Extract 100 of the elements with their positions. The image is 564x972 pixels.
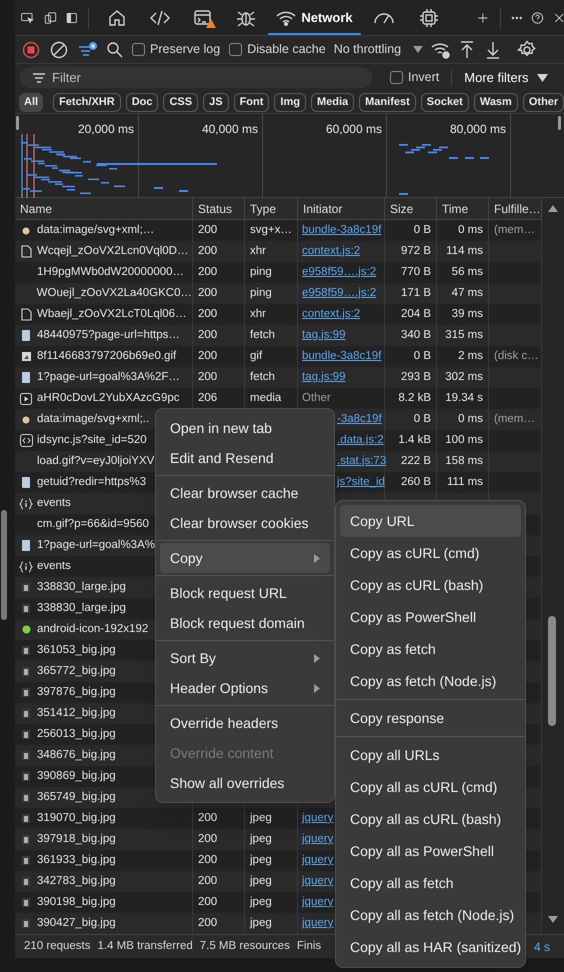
request-name[interactable]: 342783_big.jpg: [37, 872, 116, 890]
menu-item[interactable]: Copy as cURL (bash): [340, 569, 521, 601]
request-name[interactable]: 338830_large.jpg: [37, 578, 126, 596]
initiator-link[interactable]: e958f59….js:2: [302, 264, 376, 282]
initiator-link[interactable]: jquery: [302, 810, 334, 828]
menu-item[interactable]: Block request domain: [160, 608, 330, 638]
menu-item[interactable]: Copy all as PowerShell: [340, 835, 521, 867]
filter-chip[interactable]: Fetch/XHR: [53, 92, 121, 112]
menu-item[interactable]: Copy all as fetch: [340, 867, 521, 899]
request-name[interactable]: data:image/svg+xml;…: [37, 222, 154, 240]
code-icon[interactable]: [150, 8, 170, 26]
request-name[interactable]: 390869_big.jpg: [37, 768, 116, 786]
download-icon[interactable]: [485, 40, 502, 58]
menu-item[interactable]: Block request URL: [160, 578, 330, 608]
initiator-link[interactable]: tag.js:99: [302, 368, 346, 386]
initiator-link[interactable]: jquery: [302, 830, 334, 848]
filter-chip[interactable]: All: [19, 92, 44, 112]
request-name[interactable]: 365772_big.jpg: [37, 662, 116, 680]
checkbox[interactable]: [390, 71, 403, 84]
filter-chip[interactable]: Socket: [420, 92, 469, 112]
request-name[interactable]: 390198_big.jpg: [37, 894, 116, 912]
scroll-down-icon[interactable]: [548, 916, 558, 923]
range-handle[interactable]: [16, 116, 19, 130]
menu-item[interactable]: Copy URL: [340, 505, 521, 537]
menu-item[interactable]: Copy: [160, 543, 330, 573]
chip-icon[interactable]: [418, 8, 439, 28]
range-handle[interactable]: [558, 116, 561, 130]
scrollbar-thumb[interactable]: [1, 510, 7, 620]
upload-icon[interactable]: [459, 40, 476, 58]
request-name[interactable]: load.gif?v=eyJ0ljoiYXV: [37, 452, 154, 470]
filter-chip[interactable]: JS: [203, 92, 229, 112]
request-name[interactable]: Wcqejl_zOoVX2Lcn0Vql0D…: [37, 242, 188, 260]
clear-icon[interactable]: [50, 40, 68, 58]
request-name[interactable]: 365749_big.jpg: [37, 788, 116, 806]
wifi-icon[interactable]: [276, 10, 296, 26]
filter-chip[interactable]: Other: [522, 92, 564, 112]
menu-item[interactable]: Copy all as cURL (cmd): [340, 771, 521, 803]
column-header[interactable]: Time: [442, 200, 468, 218]
request-name[interactable]: 361053_big.jpg: [37, 642, 116, 660]
initiator-link[interactable]: js?site_id: [337, 474, 385, 492]
filter-field[interactable]: Filter: [20, 67, 372, 88]
menu-item[interactable]: Sort By: [160, 643, 330, 673]
initiator-link[interactable]: .data.js:2: [337, 432, 384, 450]
column-header[interactable]: Fulfille…: [494, 200, 541, 218]
menu-item[interactable]: Clear browser cache: [160, 478, 330, 508]
menu-item[interactable]: Copy as fetch (Node.js): [340, 665, 521, 697]
request-name[interactable]: 348676_big.jpg: [37, 746, 116, 764]
request-name[interactable]: 351412_big.jpg: [37, 704, 116, 722]
menu-item[interactable]: Copy all as HAR (sanitized): [340, 931, 521, 963]
initiator-link[interactable]: .stat.js:73: [337, 452, 386, 470]
tab[interactable]: Network: [268, 0, 361, 36]
request-name[interactable]: android-icon-192x192: [37, 620, 148, 638]
menu-item[interactable]: Copy response: [340, 702, 521, 734]
column-header[interactable]: Status: [198, 200, 232, 218]
menu-item[interactable]: Copy as PowerShell: [340, 601, 521, 633]
bug-icon[interactable]: [236, 8, 256, 26]
request-name[interactable]: Wbaejl_zOoVX2LcT0Lql06…: [37, 306, 187, 324]
initiator-link[interactable]: jquery: [302, 872, 334, 890]
search-icon[interactable]: [106, 40, 124, 58]
request-name[interactable]: 1?page-url=goal%3A%2F…: [37, 368, 180, 386]
request-name[interactable]: 1?page-url=goal%3A%: [37, 536, 155, 554]
home-icon[interactable]: [108, 8, 126, 26]
request-name[interactable]: 319070_big.jpg: [37, 810, 116, 828]
request-name[interactable]: data:image/svg+xml;..: [37, 410, 150, 428]
request-name[interactable]: 390427_big.jpg: [37, 914, 116, 932]
request-name[interactable]: 1H9pgMWb0dW20000000…: [37, 264, 184, 282]
checkbox[interactable]: [132, 43, 145, 56]
filter-chip[interactable]: Doc: [126, 92, 158, 112]
filter-chip[interactable]: Manifest: [359, 92, 416, 112]
filter-chip[interactable]: Img: [274, 92, 306, 112]
filter-chip[interactable]: Media: [310, 92, 354, 112]
scroll-up-icon[interactable]: [548, 205, 558, 212]
column-header[interactable]: Size: [390, 200, 414, 218]
initiator-link[interactable]: -3a8c19f: [337, 410, 382, 428]
initiator-link[interactable]: e958f59….js:2: [302, 284, 376, 302]
menu-item[interactable]: Header Options: [160, 673, 330, 703]
initiator-link[interactable]: jquery: [302, 852, 334, 870]
request-name[interactable]: 48440975?page-url=https…: [37, 326, 180, 344]
menu-item[interactable]: Copy all URLs: [340, 739, 521, 771]
request-name[interactable]: 397918_big.jpg: [37, 830, 116, 848]
menu-item[interactable]: Copy all as fetch (Node.js): [340, 899, 521, 931]
checkbox-label[interactable]: Invert: [408, 68, 440, 87]
menu-item[interactable]: Copy all as cURL (bash): [340, 803, 521, 835]
menu-item[interactable]: Open in new tab: [160, 413, 330, 443]
initiator-link[interactable]: bundle-3a8c19f: [302, 348, 382, 366]
initiator-link[interactable]: context.js:2: [302, 306, 360, 324]
filter-chip[interactable]: Font: [234, 92, 270, 112]
request-name[interactable]: aHR0cDovL2YubXAzcG9pc: [37, 390, 180, 408]
request-name[interactable]: idsync.js?site_id=520: [37, 432, 147, 450]
initiator-link[interactable]: tag.js:99: [302, 326, 346, 344]
initiator-link[interactable]: bundle-3a8c19f: [302, 222, 382, 240]
scrollbar-thumb[interactable]: [548, 616, 556, 726]
column-header[interactable]: Name: [20, 200, 52, 218]
request-name[interactable]: 8f1146683797206b69e0.gif: [37, 348, 176, 366]
more-filters-button[interactable]: More filters: [464, 68, 548, 88]
menu-item[interactable]: Copy as fetch: [340, 633, 521, 665]
request-name[interactable]: 256013_big.jpg: [37, 726, 116, 744]
filter-icon[interactable]: [78, 40, 98, 58]
request-name[interactable]: getuid?redir=https%3: [37, 474, 146, 492]
checkbox-label[interactable]: Preserve log: [150, 40, 220, 59]
